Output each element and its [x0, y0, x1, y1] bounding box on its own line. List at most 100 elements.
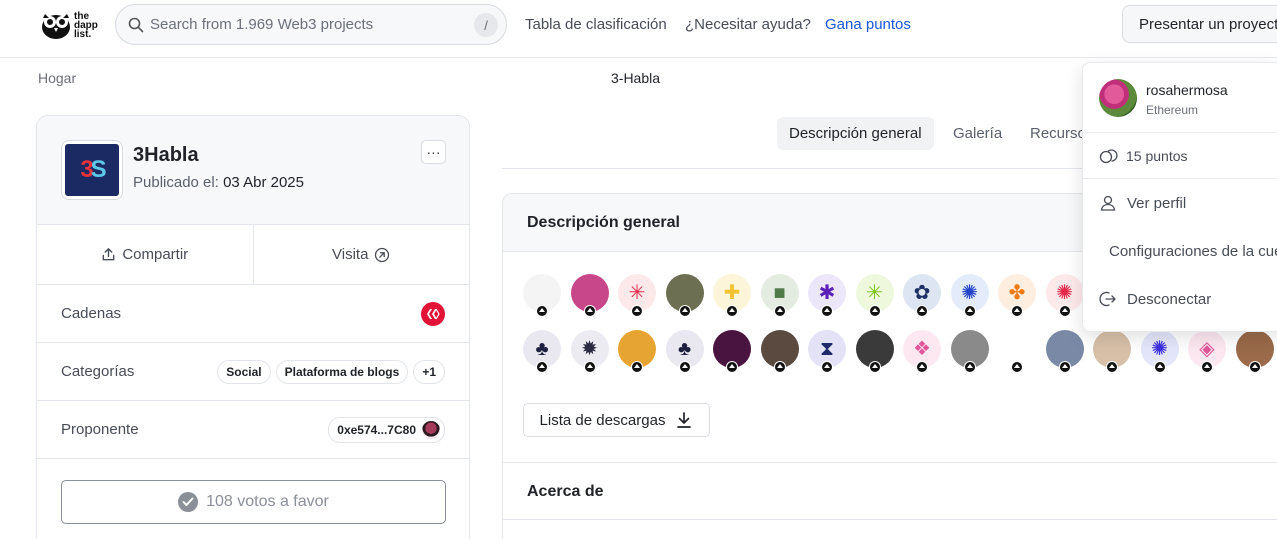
logo-letter: S — [90, 156, 107, 183]
user-menu-dropdown: rosahermosa Ethereum 15 puntos Ver perfi… — [1082, 62, 1277, 332]
share-label: Compartir — [122, 246, 189, 263]
upvoter-avatar[interactable]: ✹ — [570, 330, 609, 373]
download-list-button[interactable]: Lista de descargas — [523, 403, 710, 437]
logo-wordmark: the dapp list. — [74, 11, 98, 39]
search-input[interactable] — [150, 16, 470, 33]
upvote-arrow-icon — [821, 305, 833, 317]
owl-logo-icon — [40, 10, 72, 40]
upvoter-avatar[interactable] — [1045, 330, 1084, 373]
user-menu-header[interactable]: rosahermosa Ethereum — [1083, 63, 1277, 133]
upvote-arrow-icon — [1058, 361, 1071, 373]
dapplist-logo[interactable]: the dapp list. — [40, 8, 102, 42]
menu-item-view-profile[interactable]: Ver perfil — [1083, 179, 1277, 227]
categories-row: Categorías Social Plataforma de blogs +1 — [37, 343, 469, 401]
upvoter-avatar[interactable] — [523, 274, 561, 317]
upvote-arrow-icon — [868, 361, 881, 373]
upvoter-avatar[interactable] — [998, 330, 1036, 373]
proposer-label: Proponente — [61, 421, 139, 438]
upvoter-avatar[interactable] — [1235, 330, 1274, 373]
menu-item-settings[interactable]: Configuraciones de la cuenta — [1083, 227, 1277, 275]
upvoter-avatar[interactable]: ⧗ — [808, 330, 846, 373]
upvoter-avatar[interactable] — [618, 330, 656, 373]
logout-label: Desconectar — [1127, 290, 1212, 308]
section-divider — [503, 519, 1277, 520]
nav-earn-points-link[interactable]: Gana puntos — [825, 16, 911, 33]
search-shortcut-badge: / — [474, 13, 498, 37]
upvoter-avatar[interactable]: ✺ — [950, 274, 989, 317]
coins-icon — [1099, 148, 1118, 163]
hive-chain-icon[interactable] — [421, 301, 445, 326]
upvoter-avatar[interactable] — [665, 274, 704, 317]
upvote-arrow-icon — [726, 361, 738, 373]
upvote-arrow-icon — [631, 361, 643, 373]
category-tag[interactable]: Social — [217, 359, 271, 384]
upvoter-avatar[interactable]: ✳ — [855, 274, 894, 317]
upvote-arrow-icon — [773, 305, 786, 317]
external-link-icon — [375, 247, 390, 262]
upvoter-avatar[interactable]: ✚ — [713, 274, 751, 317]
chains-label: Cadenas — [61, 305, 122, 322]
breadcrumb-home[interactable]: Hogar — [38, 70, 76, 86]
upvote-arrow-icon — [678, 361, 691, 373]
upvote-arrow-icon — [1011, 305, 1023, 317]
upvoter-avatar[interactable] — [713, 330, 751, 373]
upvote-arrow-icon — [1153, 361, 1166, 373]
project-card: 3S 3Habla Publicado el: 03 Abr 2025 ··· … — [36, 115, 470, 539]
project-actions: Compartir Visita — [37, 225, 469, 285]
upvote-arrow-icon — [1248, 361, 1261, 373]
upvoter-avatar[interactable]: ✺ — [1045, 274, 1084, 317]
upvote-button[interactable]: 108 votos a favor — [61, 480, 446, 524]
more-options-button[interactable]: ··· — [421, 140, 446, 164]
user-avatar — [1099, 79, 1137, 117]
category-tags: Social Plataforma de blogs +1 — [217, 359, 445, 384]
project-published-date: Publicado el: 03 Abr 2025 — [133, 174, 304, 191]
logout-icon — [1099, 291, 1116, 307]
upvoter-avatar[interactable] — [855, 330, 894, 373]
upvote-arrow-icon — [868, 305, 881, 317]
download-icon — [677, 412, 692, 428]
upvoter-avatar[interactable]: ❖ — [903, 330, 941, 373]
upvoter-avatar[interactable] — [950, 330, 989, 373]
upvote-arrow-icon — [726, 305, 738, 317]
upvote-arrow-icon — [536, 361, 548, 373]
upvote-arrow-icon — [678, 305, 691, 317]
tab-overview[interactable]: Descripción general — [777, 117, 934, 150]
share-button[interactable]: Compartir — [37, 225, 254, 284]
upvote-arrow-icon — [631, 305, 643, 317]
upvoter-avatar[interactable]: ✿ — [903, 274, 941, 317]
user-icon — [1100, 195, 1116, 211]
category-tag[interactable]: Plataforma de blogs — [275, 359, 409, 384]
visit-label: Visita — [332, 246, 369, 263]
username: rosahermosa — [1146, 82, 1228, 98]
submit-project-button[interactable]: Presentar un proyecto — [1122, 5, 1277, 43]
upvoter-avatar[interactable]: ♣ — [665, 330, 704, 373]
upvote-arrow-icon — [536, 305, 548, 317]
upvoter-avatar[interactable]: ◈ — [1188, 330, 1226, 373]
upvoter-avatar[interactable]: ♣ — [523, 330, 561, 373]
upvoter-avatar[interactable] — [570, 274, 609, 317]
category-more-tag[interactable]: +1 — [413, 359, 445, 384]
nav-help-link[interactable]: ¿Necesitar ayuda? — [685, 16, 811, 33]
upvoter-avatar[interactable]: ✱ — [808, 274, 846, 317]
upvoter-avatar[interactable]: ✺ — [1140, 330, 1179, 373]
upvote-arrow-icon — [1011, 361, 1023, 373]
upvoter-avatar[interactable] — [1093, 330, 1131, 373]
about-title: Acerca de — [527, 483, 604, 500]
nav-leaderboard-link[interactable]: Tabla de clasificación — [525, 16, 667, 33]
search-icon — [128, 17, 144, 32]
upvote-arrow-icon — [963, 361, 976, 373]
user-points: 15 puntos — [1083, 133, 1277, 179]
project-name: 3Habla — [133, 144, 199, 166]
visit-button[interactable]: Visita — [254, 225, 470, 284]
upvote-arrow-icon — [773, 361, 786, 373]
tab-gallery[interactable]: Galería — [941, 117, 1014, 150]
view-profile-label: Ver perfil — [1127, 194, 1187, 212]
upvote-arrow-icon — [1106, 361, 1118, 373]
upvoter-avatar[interactable]: ✳ — [618, 274, 656, 317]
upvoter-avatar[interactable]: ✤ — [998, 274, 1036, 317]
upvoter-avatar[interactable] — [760, 330, 799, 373]
download-list-label: Lista de descargas — [539, 411, 666, 429]
proposer-chip[interactable]: 0xe574...7C80 — [328, 416, 445, 443]
menu-item-logout[interactable]: Desconectar — [1083, 275, 1277, 323]
upvoter-avatar[interactable]: ■ — [760, 274, 799, 317]
